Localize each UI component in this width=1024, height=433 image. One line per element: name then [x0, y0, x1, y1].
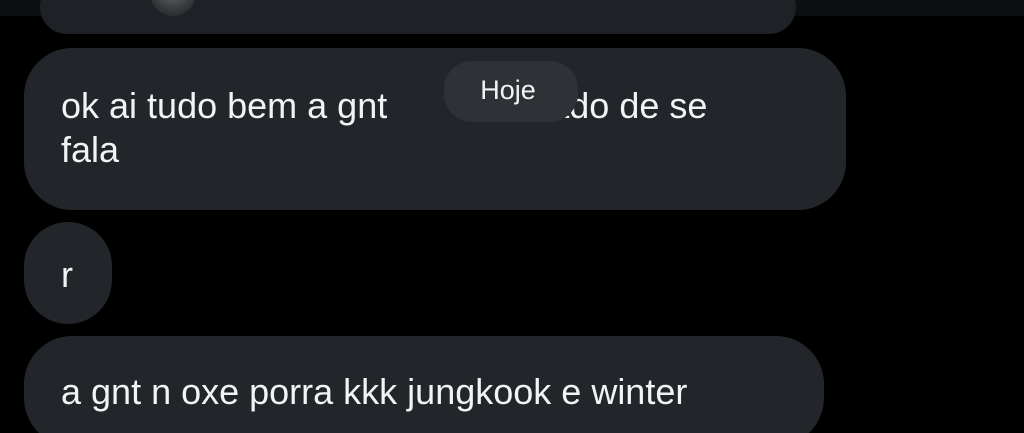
date-separator-pill: Hoje	[444, 61, 578, 122]
message-text: a gnt n oxe porra kkk jungkook e winter	[61, 371, 688, 412]
message-bubble[interactable]: ok ai tudo bem a gnt arado de se fala	[24, 48, 846, 210]
chat-screen: ok ai tudo bem a gnt arado de se fala Ho…	[0, 0, 1024, 433]
message-text: ok ai tudo bem a gnt arado de se fala	[61, 85, 708, 170]
message-bubble[interactable]: a gnt n oxe porra kkk jungkook e winter	[24, 336, 824, 433]
message-bubble[interactable]: r	[24, 222, 112, 324]
message-text: r	[61, 254, 73, 295]
